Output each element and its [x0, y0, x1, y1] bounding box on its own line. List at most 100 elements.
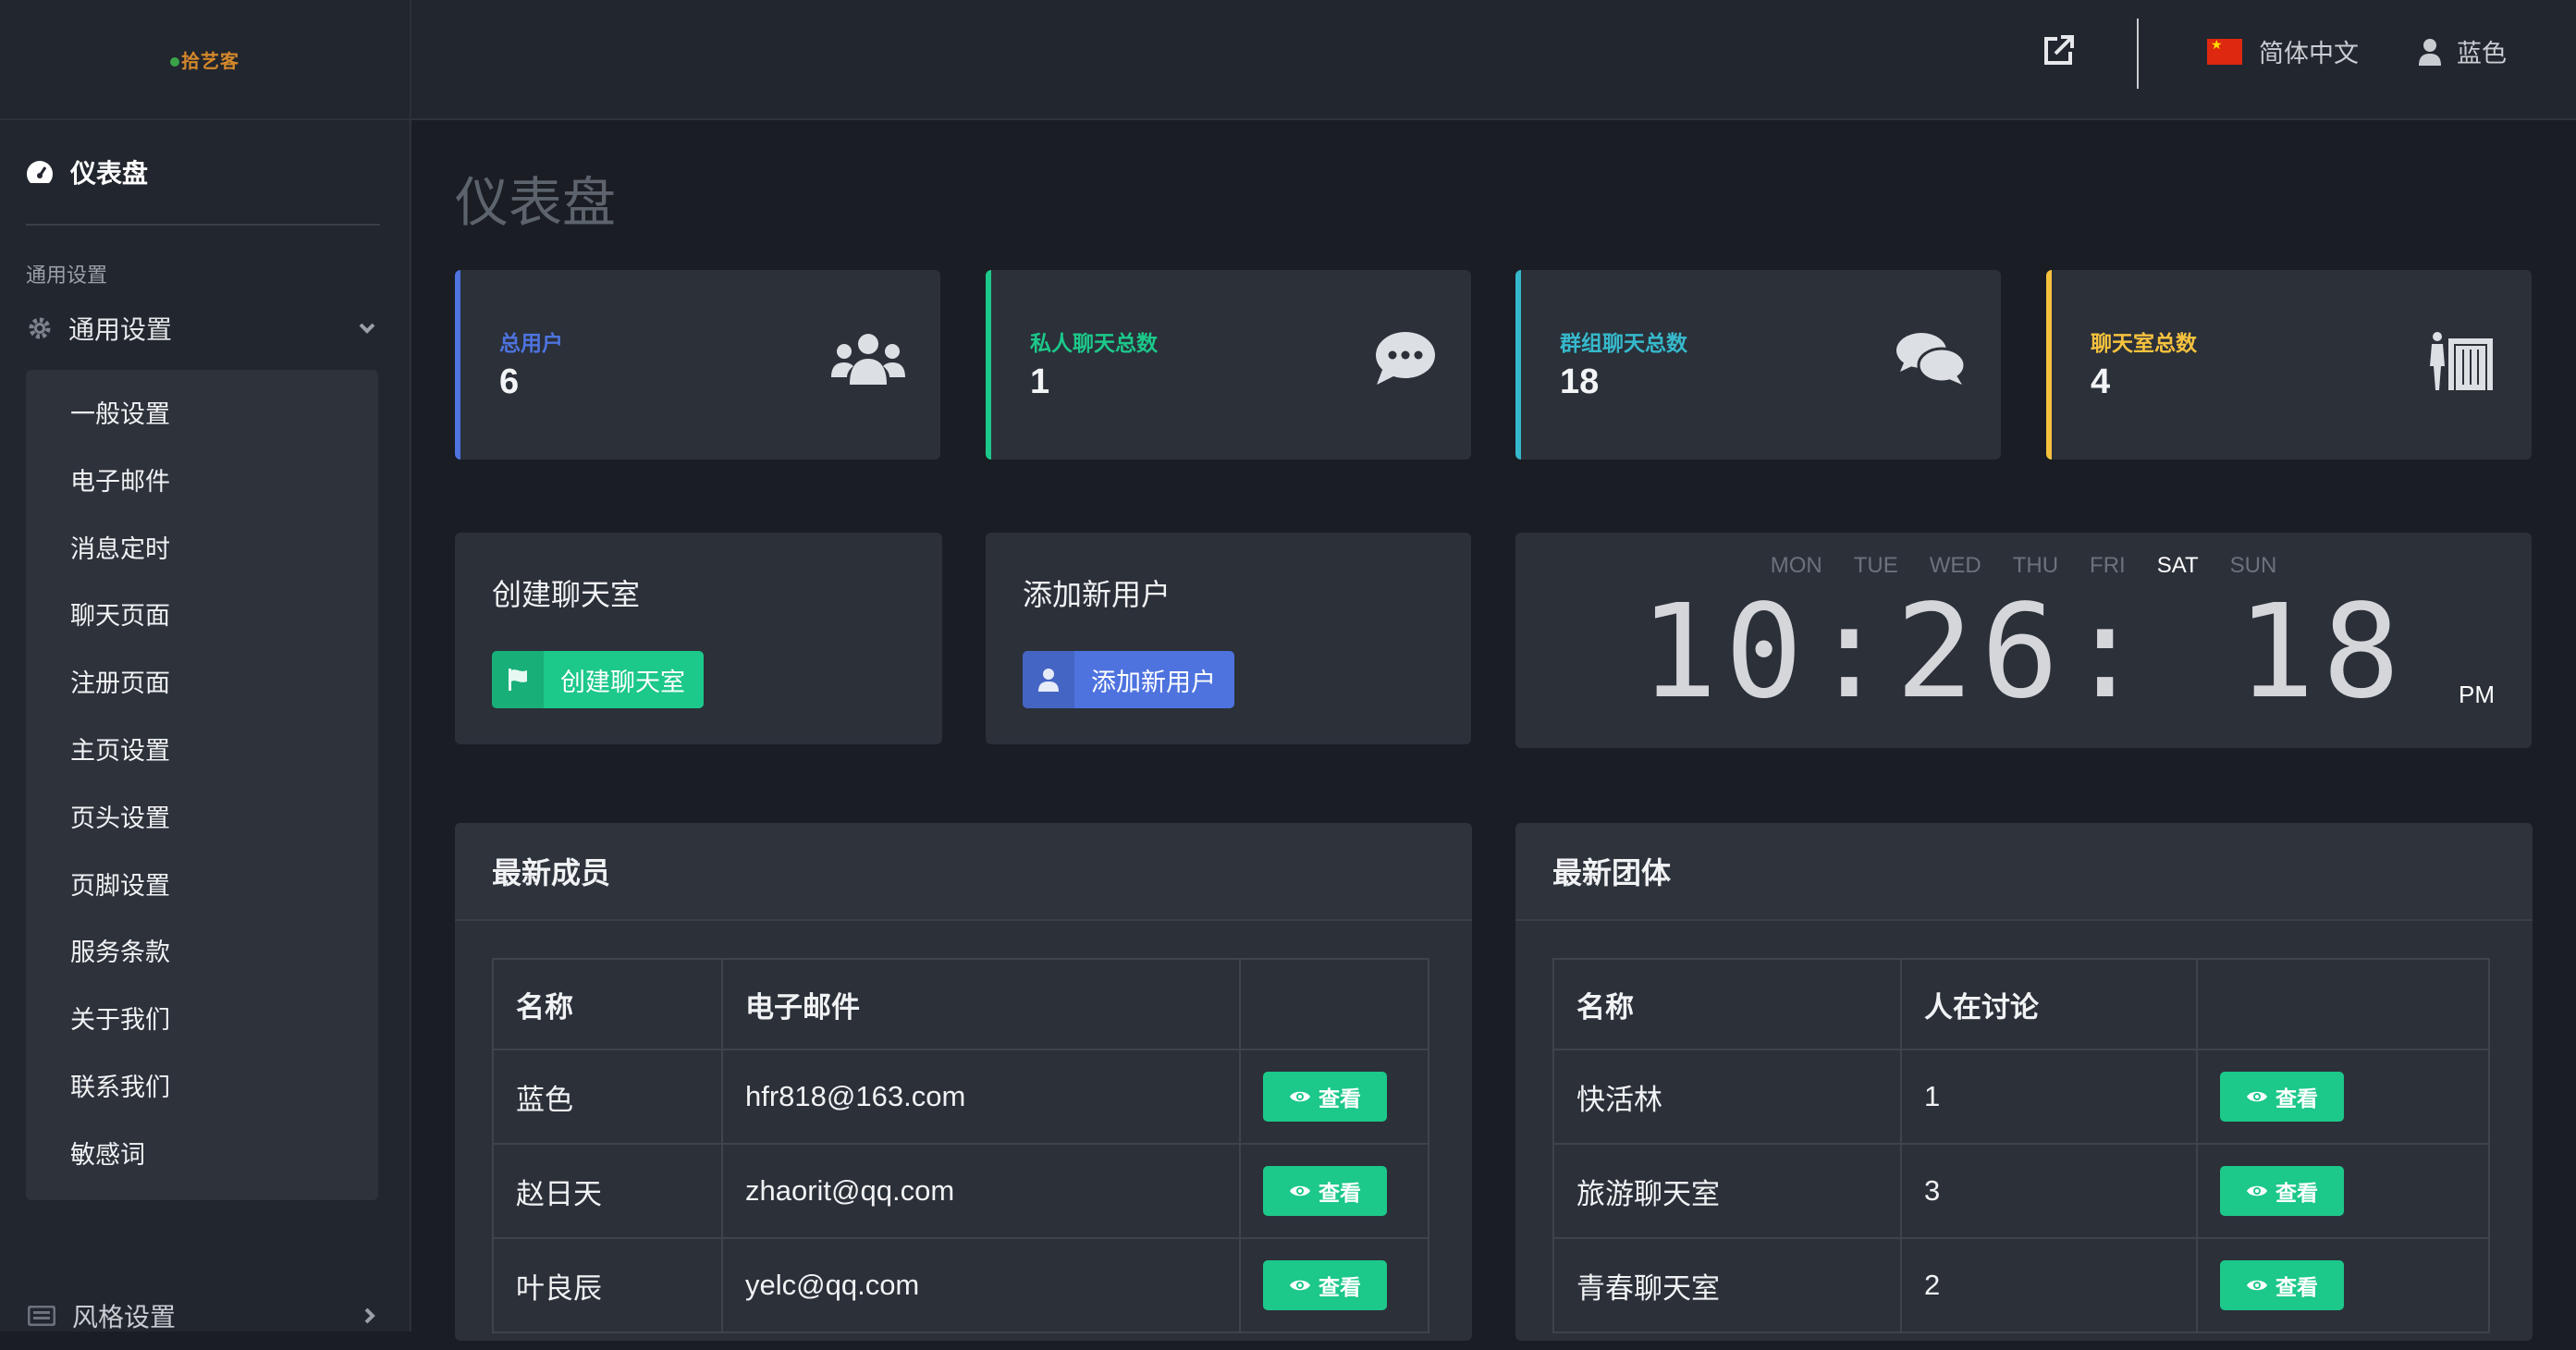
logo-text: 拾艺客 [181, 51, 239, 72]
comments-icon [1896, 333, 1966, 385]
stat-title: 聊天室总数 [2091, 331, 2197, 355]
clock-day: TUE [1853, 553, 1898, 578]
flag-cn-icon [2207, 37, 2242, 65]
view-button[interactable]: 查看 [1263, 1072, 1387, 1122]
page-title: 仪表盘 [455, 173, 617, 233]
clock-ampm: PM [2459, 681, 2495, 708]
view-button-label: 查看 [1319, 1181, 1361, 1205]
create-room-button[interactable]: 创建聊天室 [492, 651, 704, 708]
table-header-row: 名称 电子邮件 [492, 958, 1429, 1050]
username: 蓝色 [2457, 40, 2507, 68]
stat-value: 18 [1560, 362, 1600, 401]
external-link-button[interactable] [2041, 33, 2076, 73]
gear-icon [29, 317, 51, 339]
nav-dashboard[interactable]: 仪表盘 [0, 120, 410, 224]
add-user-button-label: 添加新用户 [1091, 668, 1216, 696]
eye-icon [2247, 1185, 2267, 1197]
nav-group-general-label: 通用设置 [68, 315, 173, 344]
latest-groups-title: 最新团体 [1515, 823, 2533, 921]
submenu-item-about[interactable]: 关于我们 [26, 987, 378, 1054]
user-icon [1023, 651, 1074, 708]
clock-day: FRI [2090, 553, 2126, 578]
add-user-button[interactable]: 添加新用户 [1023, 651, 1234, 708]
add-user-card: 添加新用户 添加新用户 [986, 533, 1471, 744]
member-email: zhaorit@qq.com [721, 1143, 1241, 1239]
table-row: 青春聊天室 2 查看 [1552, 1237, 2490, 1333]
view-button[interactable]: 查看 [2220, 1072, 2344, 1122]
group-count: 1 [1900, 1049, 2198, 1145]
stat-title: 群组聊天总数 [1560, 331, 1687, 355]
clock-day: MON [1770, 553, 1822, 578]
table-row: 叶良辰 yelc@qq.com 查看 [492, 1237, 1429, 1333]
stat-value: 1 [1030, 362, 1050, 401]
submenu-item-general[interactable]: 一般设置 [26, 381, 378, 448]
user-menu[interactable]: 蓝色 [2418, 33, 2507, 69]
clock-day: THU [2012, 553, 2059, 578]
group-name: 青春聊天室 [1552, 1237, 1902, 1333]
group-name: 旅游聊天室 [1552, 1143, 1902, 1239]
clock-widget: MON TUE WED THU FRI SAT SUN 10:26: 18 PM [1515, 533, 2532, 748]
group-count: 2 [1900, 1237, 2198, 1333]
table-header-row: 名称 人在讨论 [1552, 958, 2490, 1050]
user-icon [2419, 38, 2441, 66]
submenu-item-email[interactable]: 电子邮件 [26, 448, 378, 516]
clock-day: SUN [2229, 553, 2277, 578]
door-icon [2430, 332, 2493, 390]
view-button[interactable]: 查看 [2220, 1260, 2344, 1310]
column-header-actions [2196, 958, 2490, 1050]
view-button[interactable]: 查看 [2220, 1166, 2344, 1216]
submenu-item-chat-page[interactable]: 聊天页面 [26, 583, 378, 650]
submenu-item-footer-settings[interactable]: 页脚设置 [26, 853, 378, 920]
flag-icon [492, 651, 544, 708]
submenu-item-sensitive-words[interactable]: 敏感词 [26, 1122, 378, 1189]
stat-card-chat-rooms: 聊天室总数 4 [2046, 270, 2532, 460]
language-label: 简体中文 [2259, 40, 2359, 68]
view-button-label: 查看 [2275, 1086, 2318, 1111]
sidebar: 拾艺客 仪表盘 通用设置 通用设置 一般设置 电子邮件 消息定时 聊天页面 注册… [0, 0, 411, 1332]
create-room-title: 创建聊天室 [492, 578, 641, 611]
topbar-separator [2137, 18, 2139, 89]
view-cell: 查看 [1239, 1049, 1429, 1145]
chevron-right-icon [364, 1307, 375, 1324]
stat-card-total-users: 总用户 6 [455, 270, 940, 460]
group-name: 快活林 [1552, 1049, 1902, 1145]
view-button-label: 查看 [2275, 1181, 2318, 1205]
submenu-item-contact[interactable]: 联系我们 [26, 1054, 378, 1122]
column-header-name: 名称 [1552, 958, 1902, 1050]
eye-icon [2247, 1280, 2267, 1291]
nav-group-general-settings[interactable]: 通用设置 [0, 294, 410, 362]
latest-members-title: 最新成员 [455, 823, 1472, 921]
member-email: hfr818@163.com [721, 1049, 1241, 1145]
add-user-title: 添加新用户 [1023, 578, 1171, 611]
latest-groups-panel: 最新团体 名称 人在讨论 快活林 1 查看 旅游聊天室 3 查看 青春聊天室 2… [1515, 823, 2533, 1341]
column-header-discussing: 人在讨论 [1900, 958, 2198, 1050]
column-header-email: 电子邮件 [721, 958, 1241, 1050]
clock-time: 10:26: 18 [1639, 577, 2408, 728]
logo[interactable]: 拾艺客 [170, 46, 239, 73]
view-button[interactable]: 查看 [1263, 1260, 1387, 1310]
view-cell: 查看 [1239, 1237, 1429, 1333]
language-selector[interactable]: 简体中文 [2207, 33, 2359, 69]
create-room-button-label: 创建聊天室 [560, 668, 685, 696]
member-name: 叶良辰 [492, 1237, 723, 1333]
stat-value: 6 [499, 362, 520, 401]
stat-card-private-chats: 私人聊天总数 1 [986, 270, 1471, 460]
nav-group-style-settings[interactable]: 风格设置 [0, 1282, 410, 1350]
submenu-item-register-page[interactable]: 注册页面 [26, 650, 378, 718]
submenu-item-header-settings[interactable]: 页头设置 [26, 785, 378, 853]
latest-groups-table: 名称 人在讨论 快活林 1 查看 旅游聊天室 3 查看 青春聊天室 2 查看 [1552, 958, 2490, 1333]
eye-icon [1290, 1185, 1310, 1197]
submenu-item-terms[interactable]: 服务条款 [26, 919, 378, 987]
view-cell: 查看 [2196, 1049, 2490, 1145]
clock-day: WED [1929, 553, 1981, 578]
stat-value: 4 [2091, 362, 2111, 401]
submenu-item-message-timer[interactable]: 消息定时 [26, 516, 378, 583]
table-row: 旅游聊天室 3 查看 [1552, 1143, 2490, 1239]
sidebar-section-heading: 通用设置 [26, 264, 108, 287]
group-count: 3 [1900, 1143, 2198, 1239]
submenu-item-home-settings[interactable]: 主页设置 [26, 718, 378, 785]
clock-day-active: SAT [2156, 553, 2199, 578]
logo-area: 拾艺客 [0, 0, 410, 120]
users-icon [831, 334, 905, 385]
view-button[interactable]: 查看 [1263, 1166, 1387, 1216]
